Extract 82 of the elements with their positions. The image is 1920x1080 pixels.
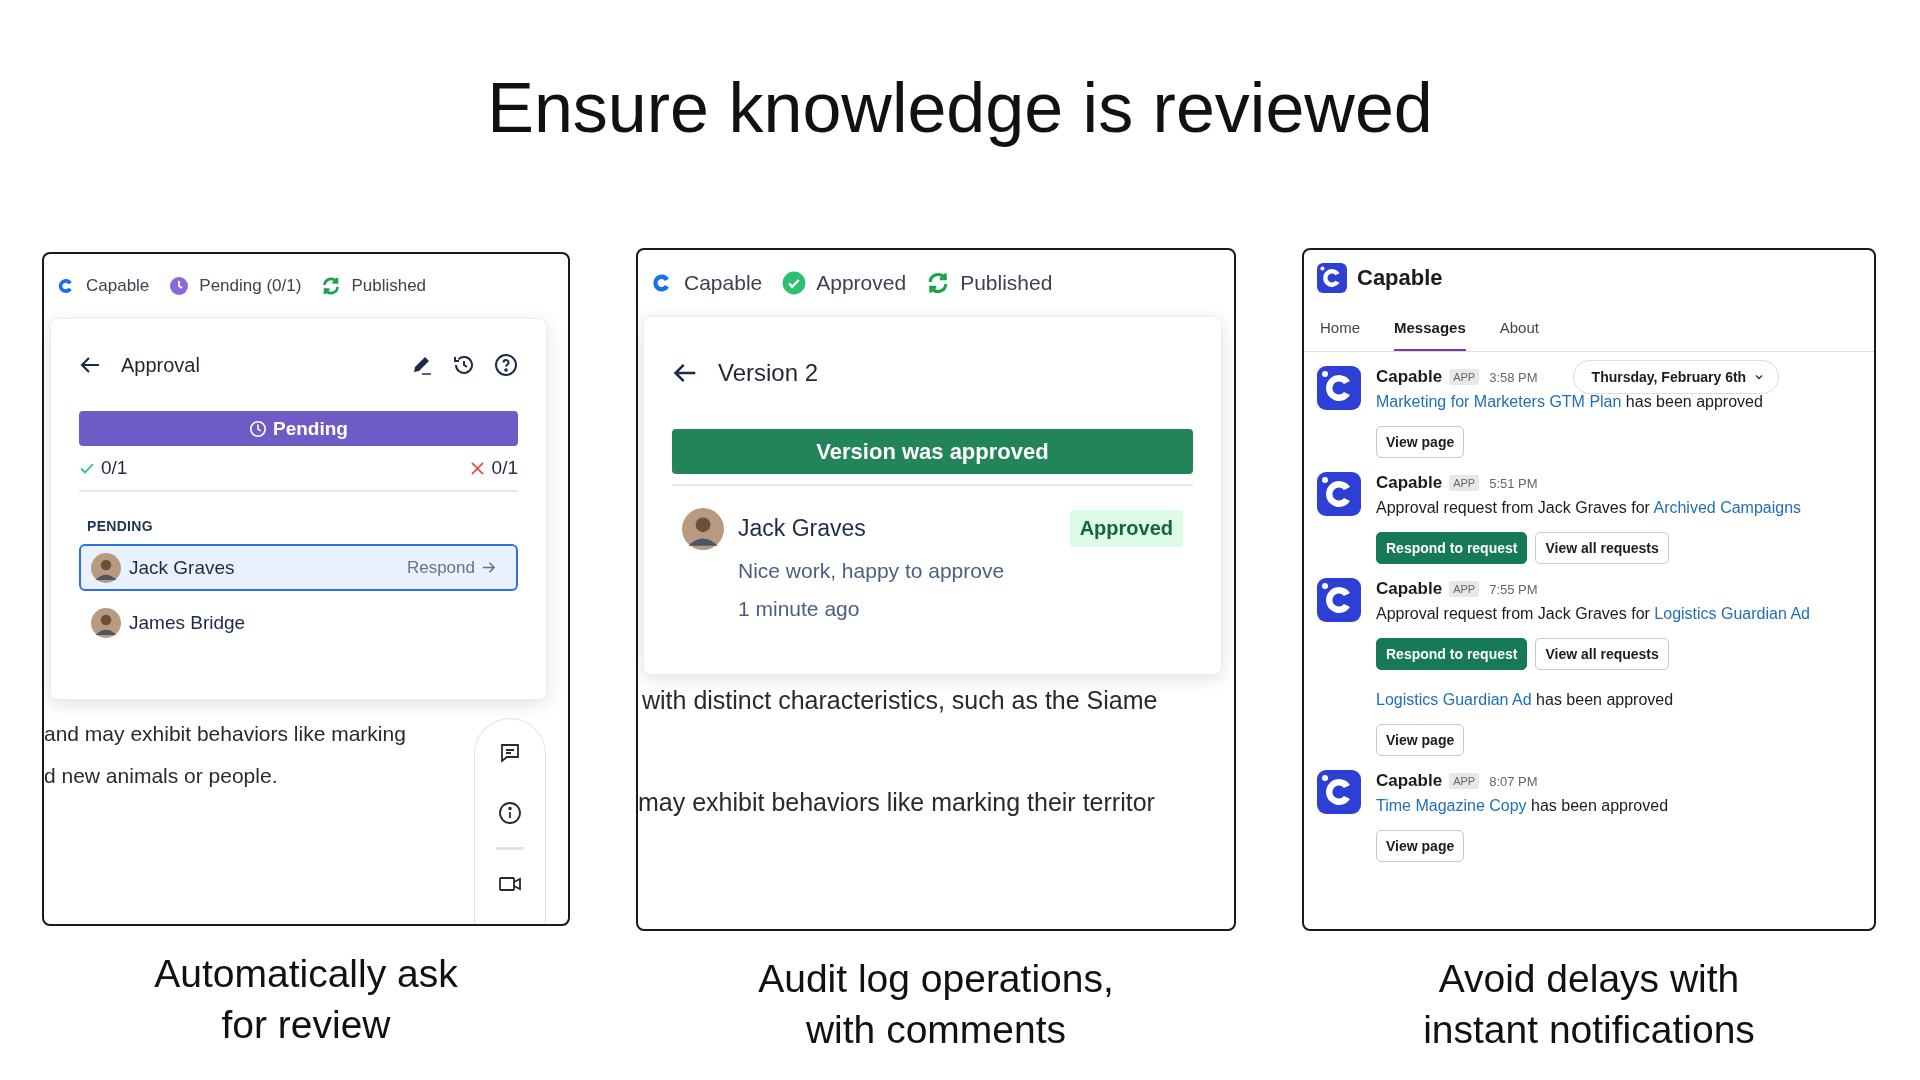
- sender-name: Capable: [1376, 473, 1443, 493]
- caption: Avoid delays with instant notifications: [1423, 956, 1755, 1053]
- clock-icon: [169, 276, 190, 296]
- app-logo-icon: [1317, 578, 1361, 622]
- popover-title: Version 2: [718, 359, 819, 387]
- status-label: Pending (0/1): [199, 276, 302, 296]
- tab[interactable]: Messages: [1394, 306, 1466, 351]
- chevron-down-icon: [1754, 372, 1765, 382]
- sender-name: Capable: [1376, 367, 1443, 387]
- app-badge: APP: [1449, 475, 1480, 491]
- action-button[interactable]: View all requests: [1535, 532, 1669, 564]
- arrow-right-icon: [481, 560, 496, 575]
- reviewer-name: Jack Graves: [129, 556, 235, 579]
- avatar: [91, 552, 121, 583]
- avatar: [91, 608, 121, 638]
- reviewer-name: Jack Graves: [738, 514, 866, 542]
- help-icon[interactable]: [494, 353, 518, 377]
- page-link[interactable]: Archived Campaigns: [1653, 499, 1802, 516]
- pending-banner: Pending: [79, 411, 518, 446]
- history-icon[interactable]: [452, 353, 476, 377]
- headline: Ensure knowledge is reviewed: [487, 68, 1433, 148]
- reviewer-name: James Bridge: [129, 612, 246, 634]
- action-button[interactable]: View page: [1376, 830, 1465, 862]
- message-text: Approval request from Jack Graves for Archived Campaigns: [1376, 498, 1802, 518]
- reviewer-row[interactable]: James Bridge: [79, 597, 518, 649]
- message-time: 3:58 PM: [1489, 369, 1538, 385]
- app-badge: APP: [1449, 581, 1480, 597]
- app-badge: APP: [1449, 369, 1480, 385]
- message-text: Marketing for Marketers GTM Plan has been approved: [1376, 392, 1764, 412]
- message-time: 7:55 PM: [1489, 581, 1538, 597]
- refresh-icon: [321, 276, 342, 296]
- status-label: Capable: [86, 276, 150, 296]
- app-logo-icon: [1317, 472, 1361, 516]
- status-label: Published: [960, 271, 1053, 295]
- app-badge: APP: [1449, 773, 1480, 789]
- respond-link[interactable]: Respond: [400, 556, 502, 579]
- comment-icon[interactable]: [498, 741, 522, 765]
- tab[interactable]: About: [1499, 306, 1539, 351]
- app-logo-icon: [1317, 366, 1361, 410]
- app-name: Capable: [1357, 265, 1443, 291]
- message-time: 5:51 PM: [1489, 475, 1538, 491]
- document-text: and may exhibit behaviors like marking: [44, 721, 407, 747]
- review-time: 1 minute ago: [738, 596, 861, 622]
- tab[interactable]: Home: [1320, 306, 1360, 351]
- message-text: Approval request from Jack Graves for Logistics Guardian Ad: [1376, 604, 1810, 624]
- avatar: [682, 508, 724, 550]
- page-link[interactable]: Marketing for Marketers GTM Plan: [1376, 393, 1622, 410]
- page-link[interactable]: Time Magazine Copy: [1376, 797, 1527, 814]
- message-text: Time Magazine Copy has been approved: [1376, 796, 1669, 816]
- info-icon[interactable]: [498, 801, 522, 825]
- message-text: Logistics Guardian Ad has been approved: [1376, 690, 1674, 710]
- document-text: with distinct characteristics, such as the Siame: [642, 685, 1159, 715]
- section-label: PENDING: [87, 518, 154, 534]
- action-button[interactable]: View all requests: [1535, 638, 1669, 670]
- status-badge: Approved: [1069, 509, 1183, 547]
- approved-count: 0/1: [101, 457, 128, 479]
- status-label: Approved: [816, 271, 907, 295]
- message-time: 8:07 PM: [1489, 773, 1538, 789]
- caption: Automatically ask for review: [154, 951, 458, 1048]
- cross-icon: [470, 461, 484, 475]
- action-button[interactable]: View page: [1376, 426, 1465, 458]
- caption: Audit log operations, with comments: [758, 956, 1114, 1053]
- respond-button[interactable]: Respond to request: [1376, 532, 1528, 564]
- sender-name: Capable: [1376, 771, 1443, 791]
- document-text: may exhibit behaviors like marking their territor: [638, 787, 1156, 817]
- status-label: Capable: [684, 271, 763, 295]
- page-link[interactable]: Logistics Guardian Ad: [1376, 691, 1532, 708]
- check-circle-icon: [782, 271, 807, 295]
- app-logo-icon: [1317, 263, 1347, 293]
- respond-button[interactable]: Respond to request: [1376, 638, 1528, 670]
- rejected-count: 0/1: [491, 457, 518, 479]
- action-button[interactable]: View page: [1376, 724, 1465, 756]
- date-pill[interactable]: Thursday, February 6th: [1572, 360, 1780, 394]
- popover-title: Approval: [121, 353, 200, 377]
- app-logo-icon: [1317, 770, 1361, 814]
- reviewer-row[interactable]: Jack Graves Respond: [79, 544, 518, 591]
- sender-name: Capable: [1376, 579, 1443, 599]
- status-label: Published: [351, 276, 427, 296]
- page-link[interactable]: Logistics Guardian Ad: [1654, 605, 1810, 622]
- document-text: d new animals or people.: [44, 763, 279, 789]
- approved-banner: Version was approved: [672, 429, 1193, 474]
- review-comment: Nice work, happy to approve: [738, 558, 1006, 584]
